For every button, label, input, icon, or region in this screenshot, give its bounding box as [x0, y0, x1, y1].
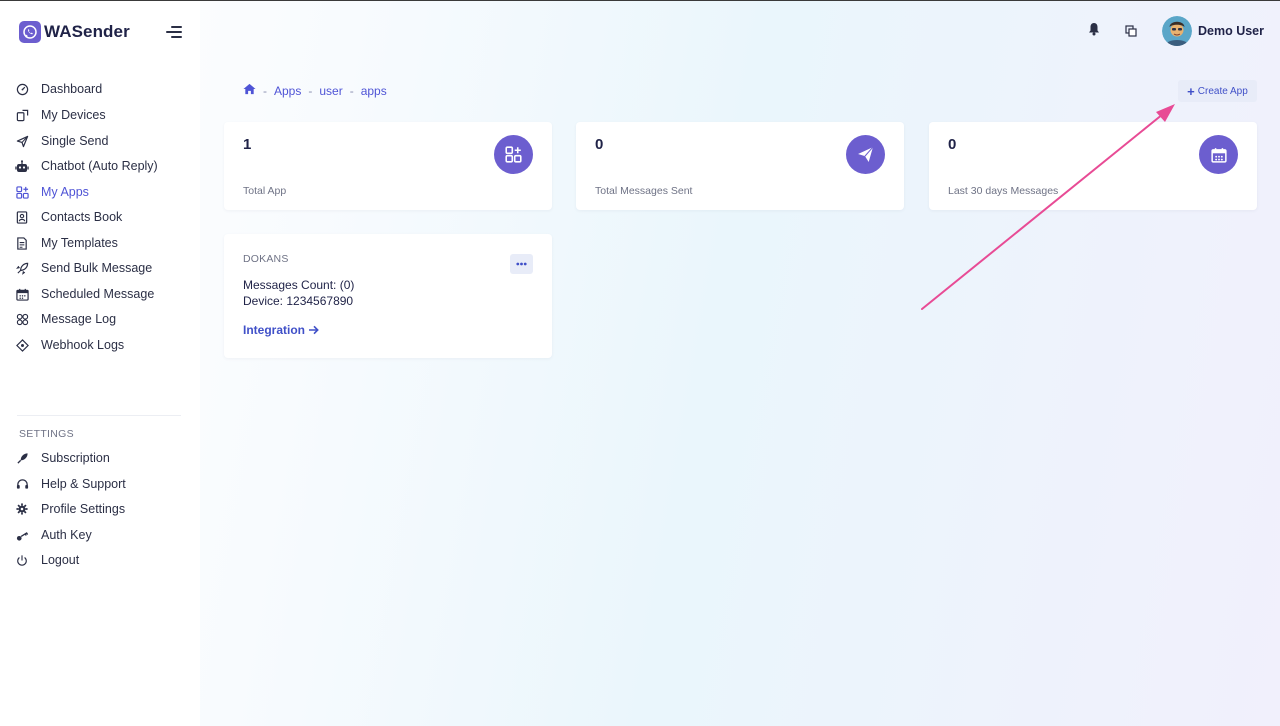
rocket-icon — [14, 260, 30, 276]
apps-icon — [14, 184, 30, 200]
integration-link[interactable]: Integration — [243, 323, 319, 337]
sidebar-item-label: Logout — [41, 553, 80, 567]
sidebar-item-label: Auth Key — [41, 528, 92, 542]
devices-icon — [14, 107, 30, 123]
sidebar-item-profile-settings[interactable]: Profile Settings — [14, 498, 194, 520]
stat-value: 1 — [243, 136, 252, 153]
sidebar-item-label: Single Send — [41, 134, 109, 148]
calendar-icon — [1199, 135, 1238, 174]
sidebar-item-label: Help & Support — [41, 477, 126, 491]
sidebar-item-label: Send Bulk Message — [41, 261, 153, 275]
user-name[interactable]: Demo User — [1198, 24, 1264, 38]
create-app-label: Create App — [1197, 85, 1248, 97]
sidebar-item-label: Dashboard — [41, 82, 103, 96]
menu-toggle-icon[interactable] — [166, 26, 182, 38]
create-app-button[interactable]: + Create App — [1178, 80, 1257, 102]
app-name: DOKANS — [243, 253, 289, 265]
plus-icon: + — [1187, 83, 1195, 99]
avatar[interactable] — [1162, 16, 1192, 46]
sidebar-item-auth-key[interactable]: Auth Key — [14, 524, 194, 546]
headset-icon — [14, 476, 30, 492]
sidebar-item-label: Scheduled Message — [41, 287, 155, 301]
log-icon — [14, 311, 30, 327]
sidebar-item-contacts-book[interactable]: Contacts Book — [14, 206, 194, 228]
dashboard-icon — [14, 81, 30, 97]
sidebar-item-logout[interactable]: Logout — [14, 549, 194, 571]
webhook-icon — [14, 337, 30, 353]
app-device: Device: 1234567890 — [243, 294, 354, 308]
stat-card-last-30-days: 0 Last 30 days Messages — [929, 122, 1257, 210]
send-icon — [14, 133, 30, 149]
sidebar-item-label: Profile Settings — [41, 502, 126, 516]
brand[interactable]: WASender — [19, 21, 130, 43]
whatsapp-logo-icon — [19, 21, 41, 43]
sidebar-item-label: My Templates — [41, 236, 118, 250]
sidebar-item-send-bulk-message[interactable]: Send Bulk Message — [14, 257, 194, 279]
arrow-right-icon — [309, 325, 319, 335]
stat-value: 0 — [595, 136, 604, 153]
sidebar-item-label: My Apps — [41, 185, 89, 199]
sidebar-item-help-support[interactable]: Help & Support — [14, 473, 194, 495]
sidebar-item-label: Contacts Book — [41, 210, 123, 224]
breadcrumb-separator: - — [308, 83, 313, 98]
sidebar-item-label: Message Log — [41, 312, 117, 326]
settings-section-title: SETTINGS — [19, 428, 74, 440]
sidebar-divider — [17, 415, 181, 416]
more-options-button[interactable] — [510, 254, 533, 274]
brand-name: WASender — [44, 22, 130, 41]
apps-icon — [494, 135, 533, 174]
breadcrumb-item[interactable]: user — [319, 84, 342, 98]
integration-label: Integration — [243, 323, 305, 337]
sidebar-item-my-apps[interactable]: My Apps — [14, 181, 194, 203]
robot-icon — [14, 158, 30, 174]
breadcrumb-item[interactable]: Apps — [274, 84, 301, 98]
breadcrumb-item: apps — [360, 83, 387, 98]
calendar-icon — [14, 286, 30, 302]
sidebar-item-label: Webhook Logs — [41, 338, 125, 352]
sidebar-item-dashboard[interactable]: Dashboard — [14, 78, 194, 100]
sidebar-item-subscription[interactable]: Subscription — [14, 447, 194, 469]
home-icon[interactable] — [243, 83, 256, 98]
notifications-bell-icon[interactable] — [1088, 22, 1100, 41]
sidebar-item-label: Subscription — [41, 451, 110, 465]
power-icon — [14, 552, 30, 568]
stat-card-total-messages-sent: 0 Total Messages Sent — [576, 122, 904, 210]
contacts-icon — [14, 209, 30, 225]
sidebar-item-scheduled-message[interactable]: Scheduled Message — [14, 283, 194, 305]
subscription-icon — [14, 450, 30, 466]
copy-windows-icon[interactable] — [1125, 24, 1137, 42]
sidebar-item-my-templates[interactable]: My Templates — [14, 232, 194, 254]
sidebar-item-message-log[interactable]: Message Log — [14, 308, 194, 330]
stat-label: Total Messages Sent — [595, 185, 693, 197]
sidebar-item-label: Chatbot (Auto Reply) — [41, 159, 158, 173]
sidebar-item-chatbot[interactable]: Chatbot (Auto Reply) — [14, 155, 194, 177]
ellipsis-icon — [516, 262, 527, 266]
breadcrumb-separator: - — [349, 83, 354, 98]
paper-plane-icon — [846, 135, 885, 174]
templates-icon — [14, 235, 30, 251]
gear-icon — [14, 501, 30, 517]
sidebar-item-my-devices[interactable]: My Devices — [14, 104, 194, 126]
stat-label: Last 30 days Messages — [948, 185, 1059, 197]
sidebar: WASender Dashboard My Devices Single Sen… — [0, 1, 200, 726]
breadcrumb: - Apps - user - apps — [243, 83, 387, 98]
breadcrumb-separator: - — [263, 83, 267, 98]
app-messages-count: Messages Count: (0) — [243, 278, 355, 292]
stat-card-total-app: 1 Total App — [224, 122, 552, 210]
sidebar-item-single-send[interactable]: Single Send — [14, 130, 194, 152]
app-card: DOKANS Messages Count: (0) Device: 12345… — [224, 234, 552, 358]
stat-label: Total App — [243, 185, 287, 197]
stat-value: 0 — [948, 136, 957, 153]
sidebar-item-label: My Devices — [41, 108, 106, 122]
key-icon — [14, 527, 30, 543]
sidebar-item-webhook-logs[interactable]: Webhook Logs — [14, 334, 194, 356]
